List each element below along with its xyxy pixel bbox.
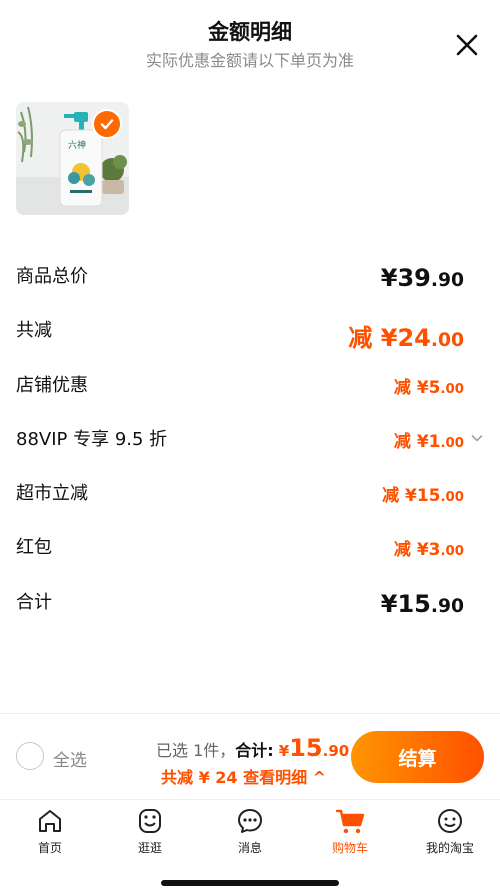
home-indicator[interactable] <box>161 880 339 886</box>
row-shop-discount: 店铺优惠 减 ¥5.00 <box>16 371 484 411</box>
tab-home[interactable]: 首页 <box>15 806 85 860</box>
checkout-button[interactable]: 结算 <box>351 731 484 783</box>
profile-face-icon <box>438 809 462 833</box>
selected-count: 已选 1件， <box>156 741 236 760</box>
discount-total-value: 减 ¥24.00 <box>348 324 464 352</box>
sum-value: ¥15.90 <box>380 590 464 618</box>
vip-discount-label: 88VIP 专享 9.5 折 <box>16 429 168 450</box>
tab-profile[interactable]: 我的淘宝 <box>415 806 485 860</box>
market-discount-value: 减 ¥15.00 <box>382 486 464 506</box>
tab-explore[interactable]: 逛逛 <box>115 806 185 860</box>
header: 金额明细 实际优惠金额请以下单页为准 <box>0 0 500 90</box>
red-packet-value: 减 ¥3.00 <box>393 540 464 560</box>
shop-discount-value: 减 ¥5.00 <box>393 378 464 398</box>
product-select-checkbox[interactable] <box>92 109 122 139</box>
tab-messages[interactable]: 消息 <box>215 806 285 860</box>
sum-label: 合计 <box>16 592 52 613</box>
view-details-link[interactable]: 共减 ¥ 24 查看明细 ^ <box>161 764 326 788</box>
home-icon <box>39 810 61 832</box>
chevron-down-icon[interactable] <box>470 431 484 445</box>
sum-price-bottom: ¥15.90 <box>278 734 350 762</box>
cart-icon <box>335 809 365 834</box>
sum-label-bottom: 合计: <box>235 741 274 760</box>
red-packet-label: 红包 <box>16 537 52 558</box>
discount-total-label: 共减 <box>16 320 52 341</box>
close-button[interactable] <box>452 30 482 60</box>
tab-cart[interactable]: 购物车 <box>315 806 385 860</box>
svg-text:六神: 六神 <box>68 139 86 151</box>
selection-summary: 已选 1件，合计: ¥15.90 <box>156 734 349 762</box>
row-red-packet: 红包 减 ¥3.00 <box>16 533 484 573</box>
page-title: 金额明细 <box>208 20 292 44</box>
message-icon <box>238 809 262 833</box>
checkmark-icon <box>100 119 114 130</box>
row-market-discount: 超市立减 减 ¥15.00 <box>16 479 484 519</box>
row-discount-total: 共减 减 ¥24.00 <box>16 316 484 356</box>
checkout-bar: 全选 已选 1件，合计: ¥15.90 共减 ¥ 24 查看明细 ^ 结算 <box>0 713 500 799</box>
shop-discount-label: 店铺优惠 <box>16 375 88 396</box>
goods-total-label: 商品总价 <box>16 266 88 287</box>
row-goods-total: 商品总价 ¥39.90 <box>16 262 484 302</box>
market-discount-label: 超市立减 <box>16 483 88 504</box>
select-all-label[interactable]: 全选 <box>53 746 87 771</box>
select-all-radio[interactable] <box>16 742 44 770</box>
vip-discount-value: 减 ¥1.00 <box>393 432 464 452</box>
page-subtitle: 实际优惠金额请以下单页为准 <box>145 51 354 70</box>
row-sum: 合计 ¥15.90 <box>16 588 484 628</box>
explore-face-icon <box>139 809 161 833</box>
close-icon <box>456 34 478 56</box>
row-vip-discount[interactable]: 88VIP 专享 9.5 折 减 ¥1.00 <box>16 425 484 465</box>
goods-total-value: ¥39.90 <box>380 264 464 292</box>
